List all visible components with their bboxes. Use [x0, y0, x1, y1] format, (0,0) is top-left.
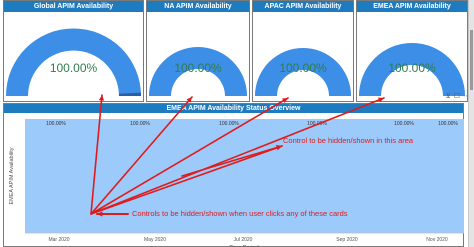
data-label: 100.00% [46, 121, 66, 127]
focus-mode-icon[interactable]: ☐ [454, 93, 460, 101]
data-label: 100.00% [219, 121, 239, 127]
x-tick-label: May 2020 [144, 237, 166, 243]
x-tick-label: Mar 2020 [48, 237, 69, 243]
kpi-card[interactable]: Global APIM Availability 100.00% [3, 0, 144, 102]
panel-title: EMEA APIM Availability Status Overview [4, 104, 463, 113]
kpi-card[interactable]: APAC APIM Availability 100.00% [252, 0, 354, 102]
gauge-value: 100.00% [174, 61, 222, 75]
card-title: Global APIM Availability [4, 1, 143, 12]
annotation-upper: Control to be hidden/shown in this area [283, 136, 414, 145]
filter-icon[interactable]: ⊻ [446, 93, 451, 101]
gauge-chart [6, 28, 141, 97]
card-title: NA APIM Availability [147, 1, 249, 12]
gauge-chart [255, 48, 351, 96]
gauge-chart [359, 43, 465, 96]
x-tick-label: Nov 2020 [426, 237, 448, 243]
annotation-lower: Controls to be hidden/shown when user cl… [132, 209, 348, 218]
x-tick-label: Sep 2020 [336, 237, 358, 243]
kpi-card[interactable]: EMEA APIM Availability 100.00% [356, 0, 468, 102]
card-title: APAC APIM Availability [253, 1, 353, 12]
kpi-card[interactable]: NA APIM Availability 100.00% [146, 0, 250, 102]
card-title: EMEA APIM Availability [357, 1, 467, 12]
scrollbar[interactable] [468, 0, 474, 247]
gauge-value: 100.00% [279, 61, 327, 75]
x-tick-label: Jul 2020 [234, 237, 253, 243]
visual-header-icons: ⊻ ☐ ⋯ [446, 93, 470, 101]
y-axis-label: EMEA APIM Availability [9, 147, 15, 204]
gauge-chart [149, 47, 247, 96]
data-label: 100.00% [438, 121, 458, 127]
area-chart: 100.00% 100.00% 100.00% 100.00% 100.00% 100.0… [9, 119, 464, 247]
scrollbar-thumb[interactable] [470, 30, 473, 90]
data-label: 100.00% [394, 121, 414, 127]
gauge-value: 100.00% [49, 61, 98, 75]
data-label: 100.00% [307, 121, 327, 127]
data-label: 100.00% [130, 121, 150, 127]
gauge-value: 100.00% [388, 61, 436, 75]
availability-chart-panel: EMEA APIM Availability Status Overview 1… [3, 103, 464, 247]
